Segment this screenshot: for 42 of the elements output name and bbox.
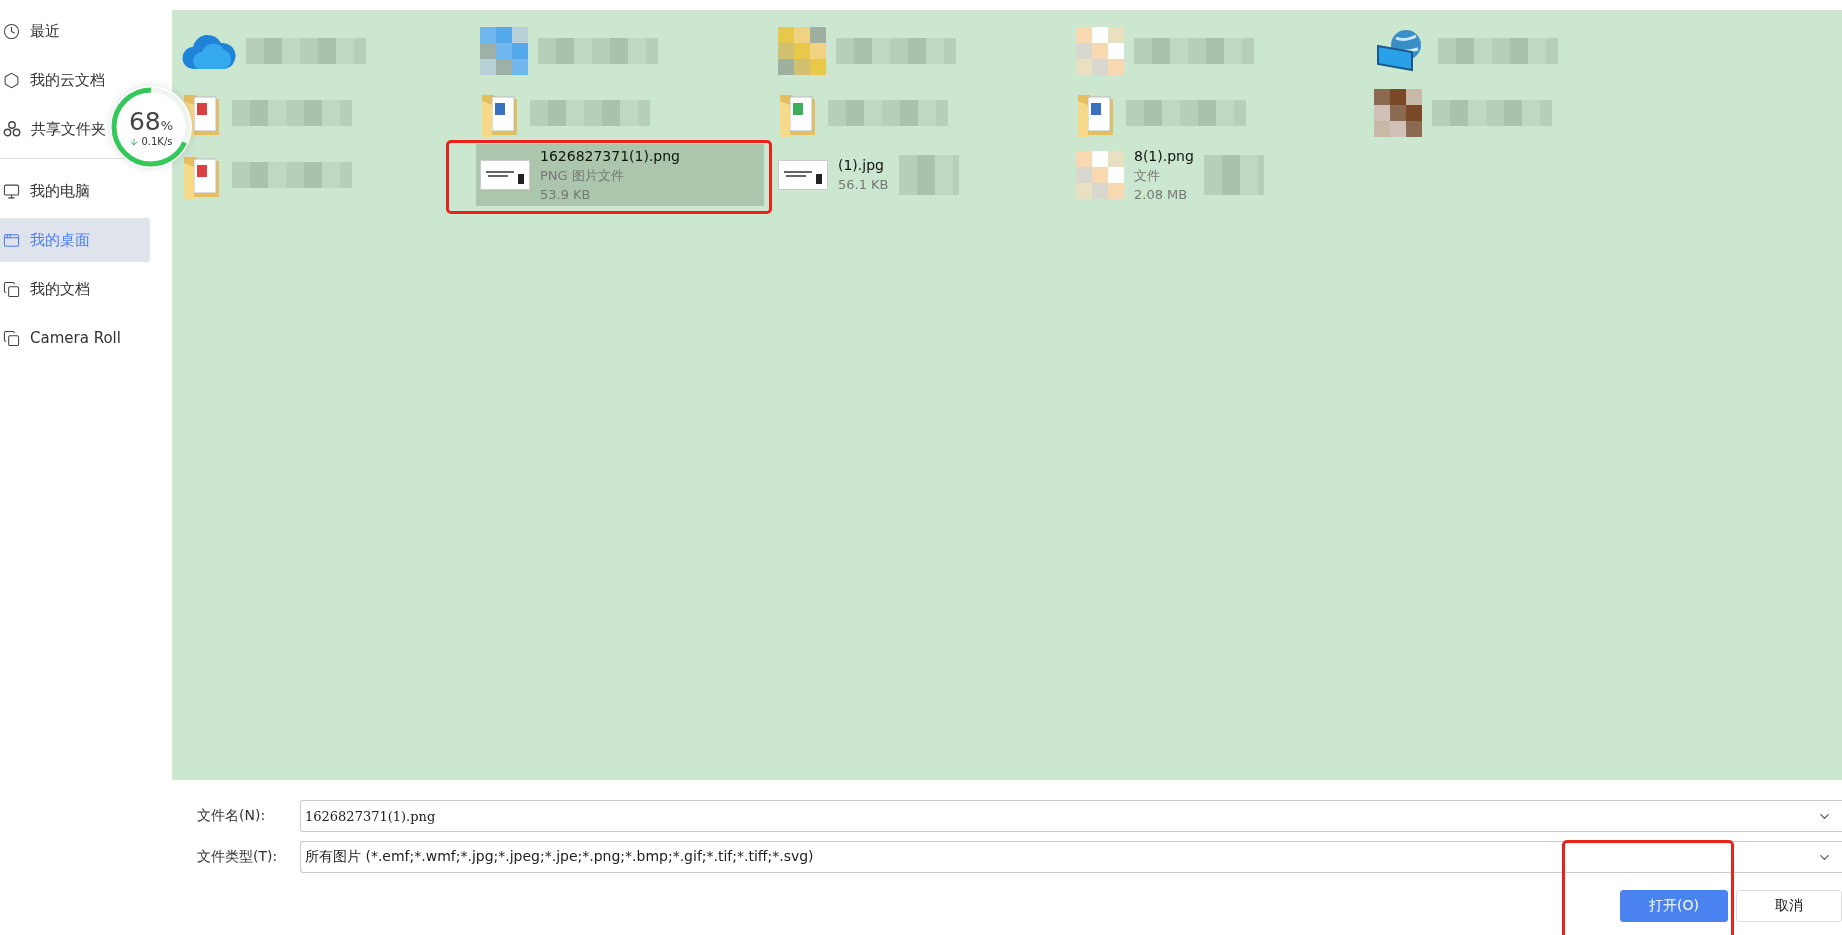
percent-text: 68 xyxy=(128,107,161,136)
folders-icon xyxy=(3,280,20,298)
image-thumbnail-icon xyxy=(480,160,530,190)
download-icon xyxy=(129,136,140,147)
hexagon-icon xyxy=(3,71,20,89)
blurred-icon xyxy=(778,27,826,75)
blur-smudge xyxy=(898,155,959,195)
file-tile[interactable]: (1).jpg 56.1 KB xyxy=(774,144,1062,206)
percent-sign: % xyxy=(160,118,174,133)
file-size: 56.1 KB xyxy=(838,176,889,194)
clock-icon xyxy=(3,22,20,40)
window-icon xyxy=(3,231,20,249)
cancel-button[interactable]: 取消 xyxy=(1736,890,1842,922)
file-type: PNG 图片文件 xyxy=(540,166,625,185)
file-tile[interactable]: 8(1).png 文件 2.08 MB xyxy=(1072,144,1360,206)
blurred-icon xyxy=(1076,151,1124,199)
image-thumbnail-icon xyxy=(778,160,828,190)
sidebar-item[interactable]: Camera Roll xyxy=(0,316,150,360)
file-type: 文件 xyxy=(1134,166,1161,185)
monitor-icon xyxy=(3,182,20,200)
file-size: 2.08 MB xyxy=(1134,185,1189,204)
blurred-icon xyxy=(1374,89,1422,137)
field-label: 文件名(N): xyxy=(197,807,267,825)
file-name: (1).jpg xyxy=(838,156,885,175)
sidebar-item[interactable]: 我的文档 xyxy=(0,267,150,311)
file-type-dropdown[interactable]: 所有图片 (*.emf;*.wmf;*.jpg;*.jpeg;*.jpe;*.png;*.bmp;*.gif;*.tif;*.tiff;*.svg) xyxy=(300,841,1842,873)
sidebar-item[interactable]: 我的电脑 xyxy=(0,169,150,213)
file-tile[interactable]: 1626827371(1).png PNG 图片文件 53.9 KB xyxy=(476,144,764,206)
speed-toast[interactable]: 68% 0.1K/s xyxy=(110,86,192,168)
folders-icon xyxy=(3,329,20,347)
share-icon xyxy=(3,120,21,138)
sidebar-item[interactable]: 最近 xyxy=(0,9,150,53)
file-size: 53.9 KB xyxy=(540,185,592,204)
file-name: 8(1).png xyxy=(1134,146,1194,166)
file-name-field[interactable]: 1626827371(1).png xyxy=(300,800,1842,832)
blur-smudge xyxy=(1203,155,1264,195)
open-button[interactable]: 打开(O) xyxy=(1620,890,1728,922)
blurred-icon xyxy=(1076,27,1124,75)
file-name: 1626827371(1).png xyxy=(540,146,680,166)
blurred-icon xyxy=(480,27,528,75)
speed-text: 0.1K/s xyxy=(141,136,173,147)
field-label: 文件类型(T): xyxy=(197,848,279,866)
